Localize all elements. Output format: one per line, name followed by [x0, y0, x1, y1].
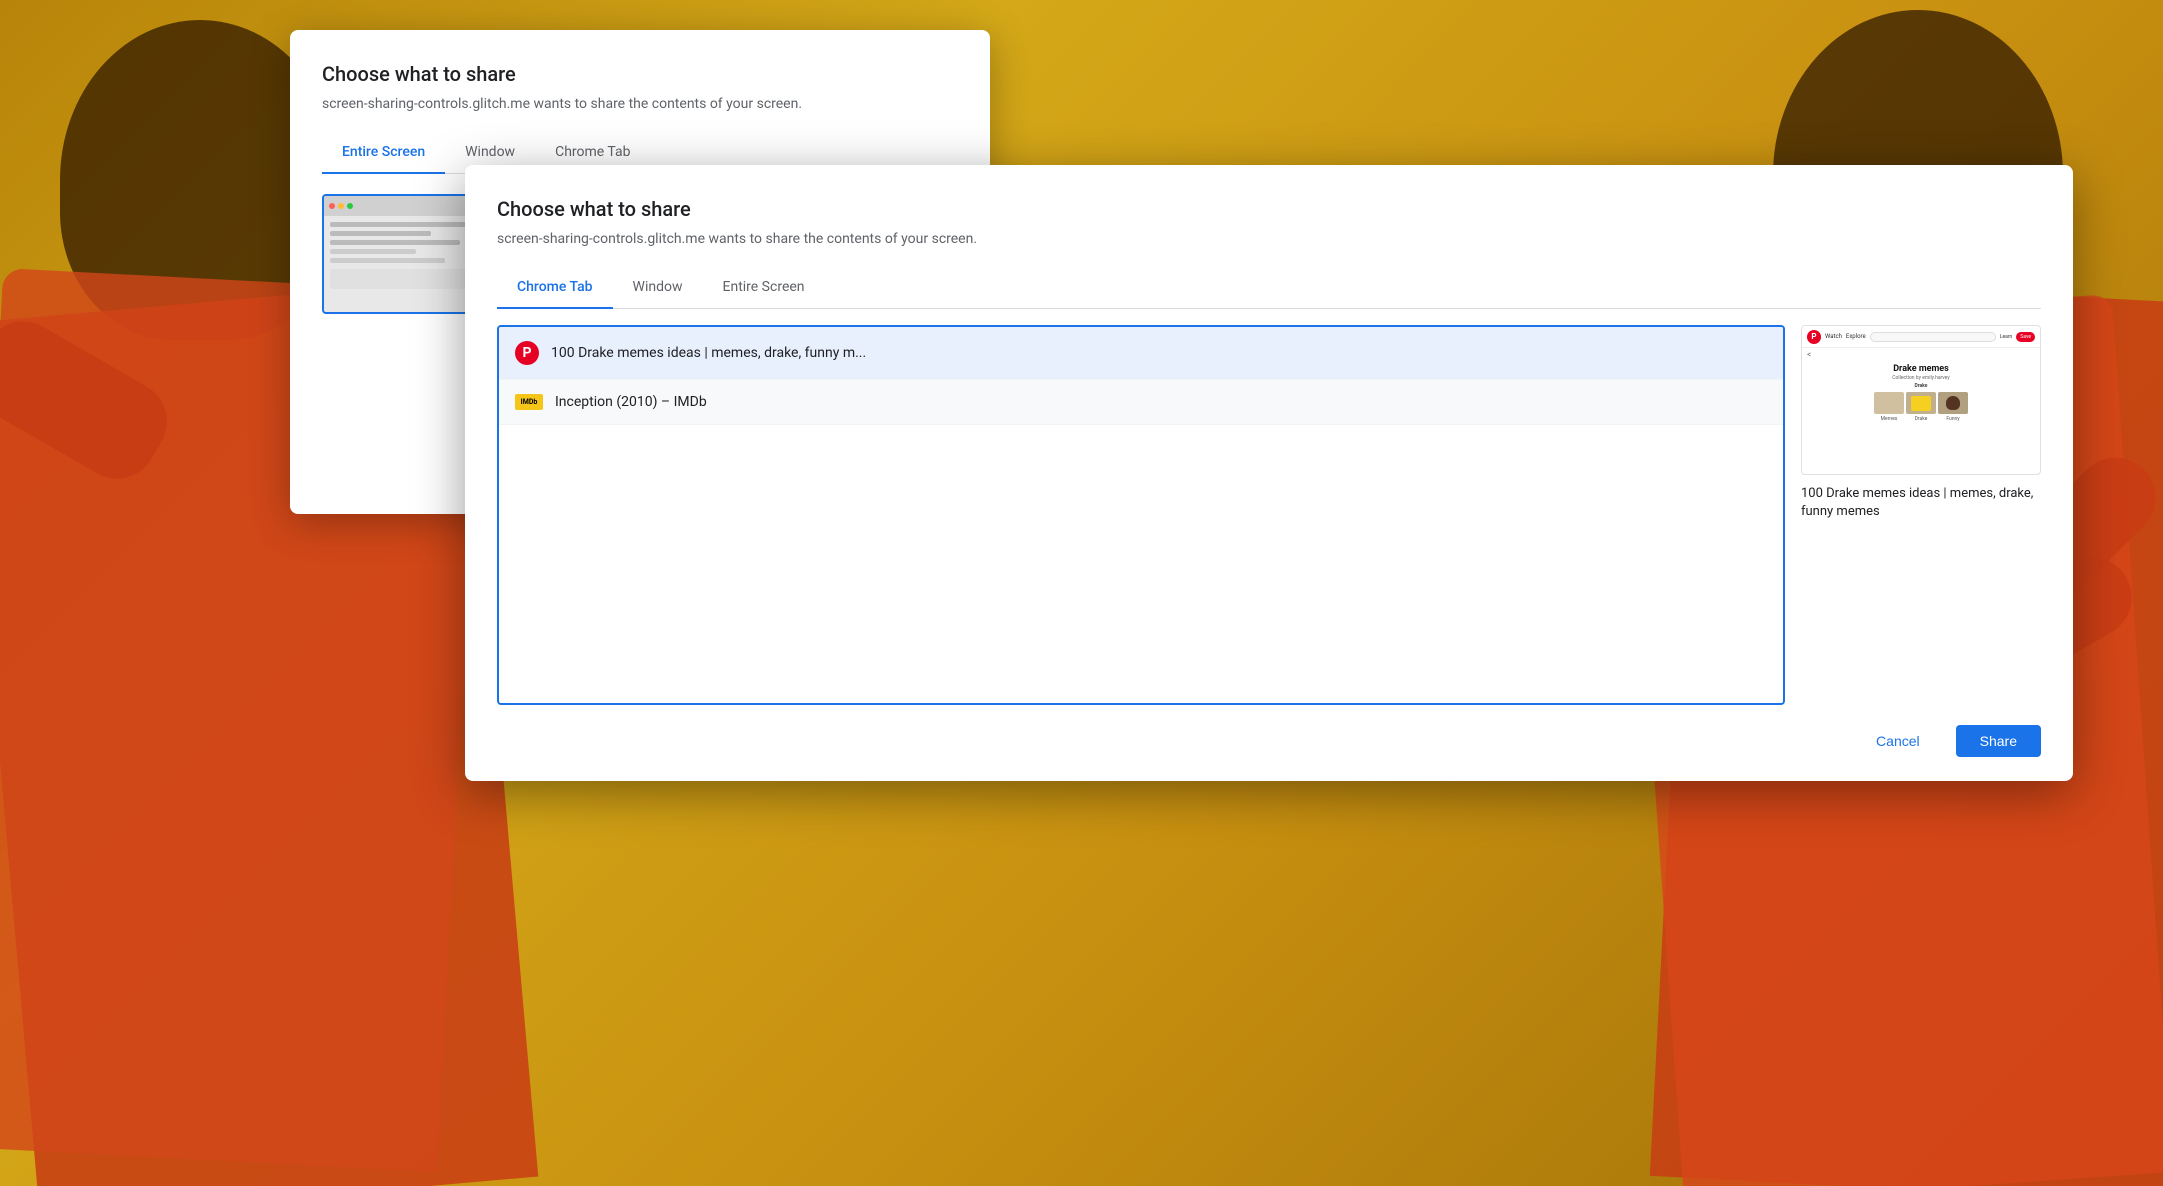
preview-panel: P Watch Explore Learn Save < Drake memes…	[1801, 325, 2041, 705]
tab-entire-screen-front[interactable]: Entire Screen	[703, 267, 825, 308]
front-content: P 100 Drake memes ideas | memes, drake, …	[497, 325, 2041, 705]
cancel-button[interactable]: Cancel	[1852, 725, 1944, 757]
front-dialog-tabs: Chrome Tab Window Entire Screen	[497, 267, 2041, 309]
tab-item-imdb[interactable]: IMDb Inception (2010) – IMDb	[499, 380, 1783, 425]
dialog-buttons: Cancel Share	[497, 705, 2041, 757]
tab-chrome-tab-front[interactable]: Chrome Tab	[497, 267, 613, 309]
pinterest-tab-label: 100 Drake memes ideas | memes, drake, fu…	[551, 345, 866, 361]
front-dialog-title: Choose what to share	[497, 197, 2041, 221]
imdb-icon: IMDb	[515, 394, 543, 410]
front-dialog-subtitle: screen-sharing-controls.glitch.me wants …	[497, 231, 2041, 247]
back-dialog-title: Choose what to share	[322, 62, 958, 86]
screen-thumbnail	[322, 194, 482, 314]
back-dialog-subtitle: screen-sharing-controls.glitch.me wants …	[322, 96, 958, 112]
share-button[interactable]: Share	[1956, 725, 2041, 757]
tab-item-pinterest[interactable]: P 100 Drake memes ideas | memes, drake, …	[499, 327, 1783, 380]
imdb-tab-label: Inception (2010) – IMDb	[555, 394, 707, 410]
preview-thumbnail: P Watch Explore Learn Save < Drake memes…	[1801, 325, 2041, 475]
tab-entire-screen[interactable]: Entire Screen	[322, 132, 445, 174]
preview-title: 100 Drake memes ideas | memes, drake, fu…	[1801, 485, 2041, 521]
pinterest-icon: P	[515, 341, 539, 365]
tab-list: P 100 Drake memes ideas | memes, drake, …	[497, 325, 1785, 705]
tab-window-front[interactable]: Window	[613, 267, 703, 308]
dialog-front: Choose what to share screen-sharing-cont…	[465, 165, 2073, 781]
